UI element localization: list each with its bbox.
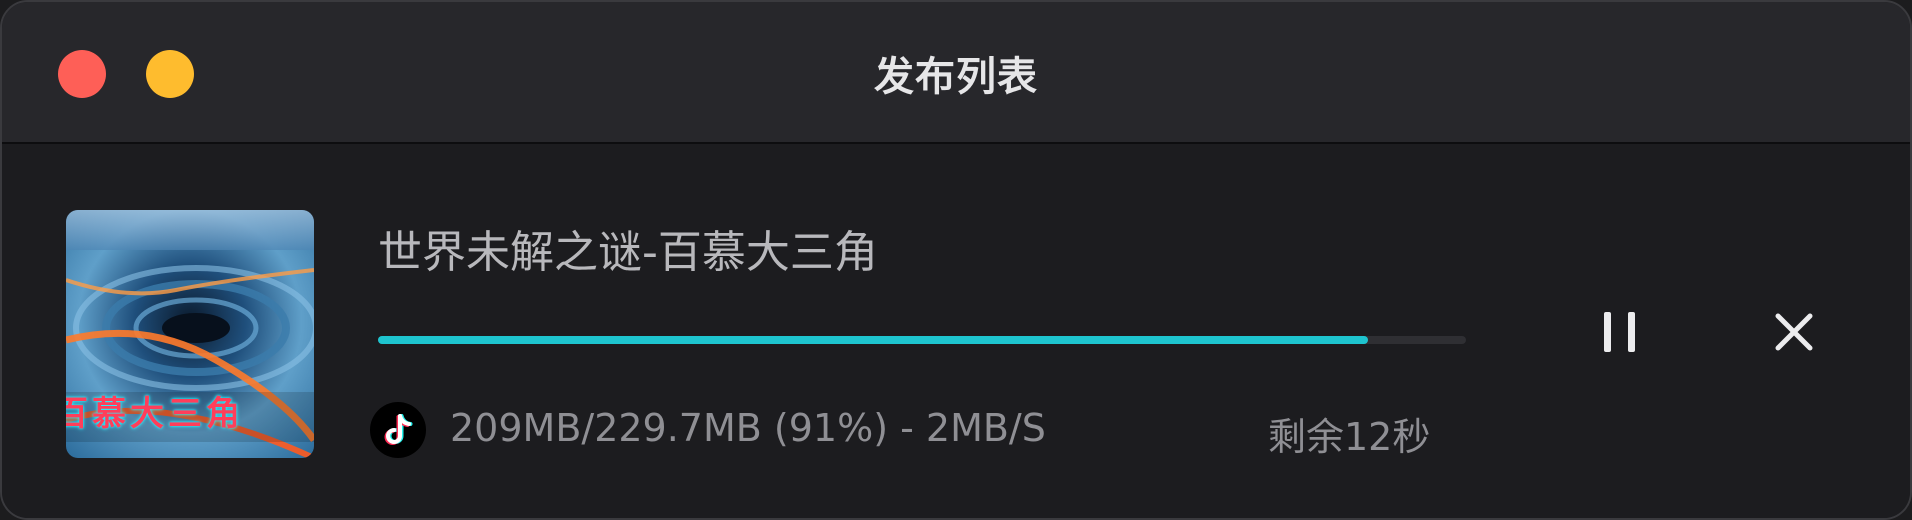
time-remaining: 剩余12秒 bbox=[1268, 415, 1431, 459]
pause-icon bbox=[1604, 312, 1635, 352]
upload-progress-bar bbox=[378, 336, 1466, 344]
upload-item: 百慕大三角 世界未解之谜-百慕大三角 209MB/229.7MB (91%) -… bbox=[2, 144, 1910, 518]
close-icon bbox=[1775, 313, 1813, 351]
upload-stats: 209MB/229.7MB (91%) - 2MB/S bbox=[450, 406, 1046, 450]
title-bar: 发布列表 bbox=[2, 2, 1910, 144]
publish-list-window: 发布列表 百慕大三角 世界未解之谜-百慕大三角 209MB/229.7MB (9… bbox=[0, 0, 1912, 520]
upload-progress-fill bbox=[378, 336, 1369, 344]
window-title: 发布列表 bbox=[874, 54, 1038, 100]
cancel-upload-button[interactable] bbox=[1758, 296, 1830, 368]
thumbnail-caption: 百慕大三角 bbox=[66, 394, 244, 434]
pause-button[interactable] bbox=[1584, 296, 1656, 368]
tiktok-icon bbox=[370, 402, 426, 458]
video-title: 世界未解之谜-百慕大三角 bbox=[378, 227, 878, 278]
video-thumbnail: 百慕大三角 bbox=[66, 210, 314, 458]
